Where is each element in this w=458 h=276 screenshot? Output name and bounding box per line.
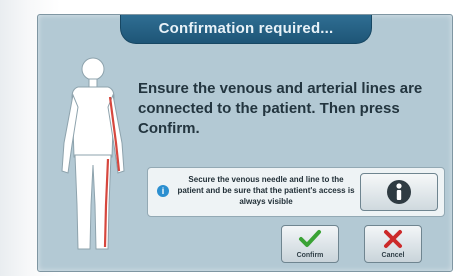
info-panel: i Secure the venous needle and line to t… — [147, 167, 445, 217]
info-button[interactable] — [360, 173, 438, 211]
info-icon: i — [157, 185, 169, 197]
confirm-button[interactable]: Confirm — [281, 225, 339, 263]
patient-body-icon — [61, 57, 125, 250]
checkmark-icon — [299, 230, 321, 247]
dialog-message: Ensure the venous and arterial lines are… — [138, 80, 423, 137]
dialog-title: Confirmation required... — [120, 15, 372, 44]
info-person-icon — [387, 180, 411, 204]
cancel-label: Cancel — [381, 252, 405, 259]
confirm-label: Confirm — [296, 252, 324, 259]
info-text: Secure the venous needle and line to the… — [177, 175, 355, 206]
x-icon — [384, 230, 402, 248]
confirmation-dialog: Confirmation required... Ensure the veno… — [37, 14, 453, 272]
cancel-button[interactable]: Cancel — [364, 225, 422, 263]
